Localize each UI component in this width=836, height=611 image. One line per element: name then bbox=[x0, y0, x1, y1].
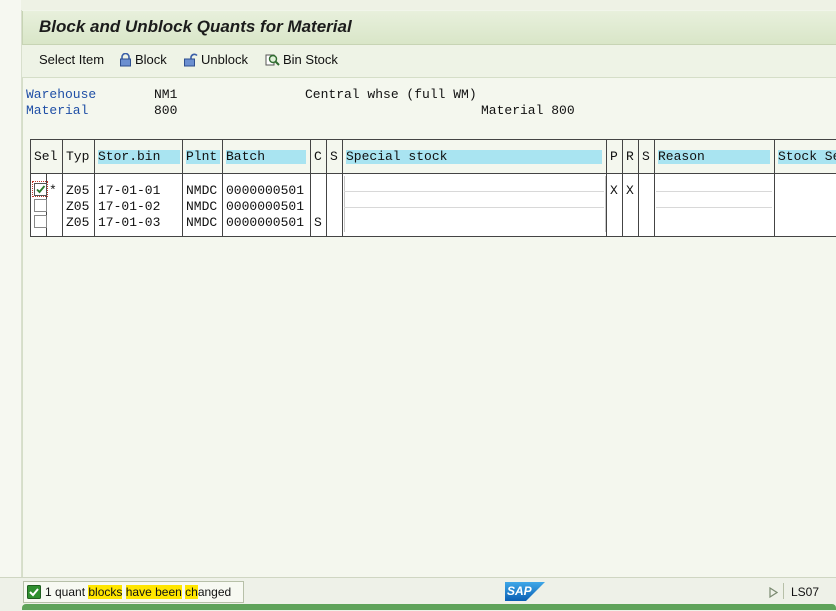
col-header-sel[interactable]: Sel bbox=[34, 150, 61, 164]
cell-stor-bin: 17-01-01 bbox=[98, 183, 161, 198]
toolbar: Select Item Block Unblock Bin Stock bbox=[22, 45, 836, 78]
cell-r: X bbox=[626, 183, 634, 198]
top-strip bbox=[21, 0, 836, 10]
success-check-icon bbox=[27, 585, 41, 599]
status-divider bbox=[783, 583, 784, 599]
cell-stor-bin: 17-01-02 bbox=[98, 199, 161, 214]
status-message[interactable]: 1 quant blocks have been changed bbox=[23, 581, 244, 603]
bottom-green-band bbox=[22, 604, 836, 610]
left-rail bbox=[0, 0, 22, 610]
col-header-special-stock[interactable]: Special stock bbox=[346, 150, 602, 164]
col-header-reason[interactable]: Reason bbox=[658, 150, 770, 164]
cell-plnt: NMDC bbox=[186, 199, 218, 214]
col-header-s2[interactable]: S bbox=[642, 150, 653, 164]
col-header-stock-se[interactable]: Stock Se bbox=[778, 150, 836, 164]
cell-p: X bbox=[610, 183, 618, 198]
unblock-label: Unblock bbox=[201, 52, 248, 67]
warehouse-label: Warehouse bbox=[26, 87, 97, 102]
cell-typ: Z05 bbox=[66, 215, 90, 230]
row-marker: * bbox=[49, 183, 57, 198]
cell-plnt: NMDC bbox=[186, 215, 218, 230]
warehouse-description: Central whse (full WM) bbox=[305, 87, 477, 102]
lock-icon bbox=[120, 52, 131, 66]
col-header-plnt[interactable]: Plnt bbox=[186, 150, 220, 164]
col-header-p[interactable]: P bbox=[610, 150, 621, 164]
col-header-r[interactable]: R bbox=[626, 150, 637, 164]
col-header-s1[interactable]: S bbox=[330, 150, 341, 164]
page-title: Block and Unblock Quants for Material bbox=[39, 17, 352, 36]
cell-typ: Z05 bbox=[66, 199, 90, 214]
cell-stor-bin: 17-01-03 bbox=[98, 215, 161, 230]
row-select-checkbox[interactable] bbox=[34, 199, 47, 212]
select-item-button[interactable]: Select Item bbox=[39, 52, 104, 67]
status-text-part: anged bbox=[197, 585, 232, 599]
status-text-part: 1 quant bbox=[45, 585, 89, 599]
material-value: 800 bbox=[154, 103, 178, 118]
warehouse-value: NM1 bbox=[154, 87, 178, 102]
material-label: Material bbox=[26, 103, 89, 118]
reason-inputs[interactable] bbox=[656, 176, 772, 232]
unblock-button[interactable]: Unblock bbox=[183, 52, 248, 67]
material-description: Material 800 bbox=[481, 103, 575, 118]
title-bar: Block and Unblock Quants for Material bbox=[22, 11, 836, 45]
special-stock-inputs[interactable] bbox=[344, 176, 606, 232]
bin-stock-button[interactable]: Bin Stock bbox=[265, 52, 338, 67]
row-select-checkbox[interactable] bbox=[34, 215, 47, 228]
status-text-highlight: blocks bbox=[88, 585, 123, 599]
select-item-label: Select Item bbox=[39, 52, 105, 67]
magnifier-icon bbox=[265, 54, 280, 66]
cell-batch: 0000000501 bbox=[226, 199, 305, 214]
cell-batch: 0000000501 bbox=[226, 183, 305, 198]
block-label: Block bbox=[135, 52, 167, 67]
quants-table: Sel Typ Stor.bin Plnt Batch C S Special … bbox=[30, 139, 836, 237]
bin-stock-label: Bin Stock bbox=[283, 52, 338, 67]
sap-logo: SAP bbox=[505, 582, 545, 601]
cell-typ: Z05 bbox=[66, 183, 90, 198]
col-header-typ[interactable]: Typ bbox=[66, 150, 92, 164]
status-text-highlight: have been bbox=[125, 585, 182, 599]
cell-batch: 0000000501 bbox=[226, 215, 305, 230]
system-id[interactable]: LS07 bbox=[791, 585, 819, 599]
cell-c: S bbox=[314, 215, 322, 230]
cell-plnt: NMDC bbox=[186, 183, 218, 198]
status-text: 1 quant blocks have been changed bbox=[45, 585, 231, 599]
unlock-icon bbox=[184, 53, 198, 66]
col-header-stor-bin[interactable]: Stor.bin bbox=[98, 150, 180, 164]
sap-logo-text: SAP bbox=[507, 584, 532, 598]
status-expand-arrow[interactable] bbox=[769, 585, 779, 603]
focus-outline bbox=[32, 181, 48, 197]
play-arrow-icon bbox=[769, 586, 779, 599]
status-text-highlight: ch bbox=[185, 585, 198, 599]
col-header-c[interactable]: C bbox=[314, 150, 325, 164]
block-button[interactable]: Block bbox=[119, 52, 167, 67]
col-header-batch[interactable]: Batch bbox=[226, 150, 306, 164]
